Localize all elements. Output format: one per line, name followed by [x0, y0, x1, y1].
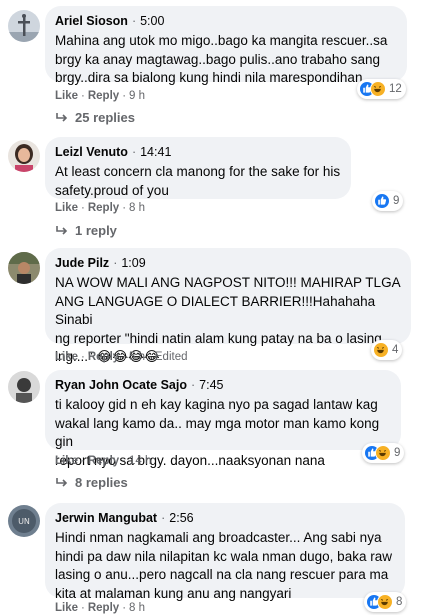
like-icon — [374, 193, 390, 209]
comment-time: 2:56 — [169, 511, 194, 525]
author-name[interactable]: Jude Pilz — [55, 256, 109, 270]
comment-bubble: Jude Pilz · 1:09 NA WOW MALI ANG NAGPOST N… — [45, 248, 411, 364]
avatar[interactable] — [8, 371, 40, 403]
reaction-count: 12 — [389, 83, 402, 95]
haha-icon — [373, 342, 389, 358]
reaction-summary[interactable]: 12 — [357, 79, 406, 99]
comment-time: 14:41 — [140, 145, 172, 159]
avatar[interactable]: UN — [8, 505, 40, 537]
comment-actions: Like · Reply · 8 h — [55, 202, 146, 214]
reaction-count: 9 — [394, 447, 401, 459]
comment-age[interactable]: 5 h — [129, 351, 145, 363]
author-name[interactable]: Ryan John Ocate Sajo — [55, 378, 187, 392]
reaction-summary[interactable]: 4 — [371, 340, 403, 360]
author-name[interactable]: Jerwin Mangubat — [55, 511, 157, 525]
reaction-summary[interactable]: 9 — [372, 191, 404, 211]
comment-bubble: Leizl Venuto · 14:41 At least concern cla … — [45, 137, 351, 199]
comment-header: Leizl Venuto · 14:41 — [55, 145, 172, 159]
like-button[interactable]: Like — [55, 602, 78, 614]
reply-button[interactable]: Reply — [88, 202, 119, 214]
comment-age[interactable]: 8 h — [129, 602, 145, 614]
avatar[interactable] — [8, 252, 40, 284]
haha-icon — [375, 445, 391, 461]
reaction-summary[interactable]: 8 — [364, 592, 407, 612]
like-button[interactable]: Like — [55, 202, 78, 214]
svg-text:UN: UN — [18, 517, 30, 526]
reaction-count: 8 — [396, 596, 403, 608]
view-replies-link[interactable]: 1 reply — [55, 223, 117, 238]
comment-actions: Like · Reply · 5 h · Edited — [55, 351, 188, 363]
comment-text: At least concern cla manong for the sake… — [55, 164, 341, 198]
comment-bubble: Jerwin Mangubat · 2:56 Hindi nman nagkamal… — [45, 503, 405, 601]
view-replies-link[interactable]: 25 replies — [55, 110, 135, 125]
like-button[interactable]: Like — [55, 455, 78, 467]
author-name[interactable]: Ariel Sioson — [55, 14, 128, 28]
reply-arrow-icon — [56, 477, 68, 487]
edited-label: Edited — [154, 351, 188, 363]
reply-arrow-icon — [56, 112, 68, 122]
reaction-count: 9 — [393, 195, 400, 207]
haha-icon — [377, 594, 393, 610]
reaction-count: 4 — [392, 344, 399, 356]
comment-actions: Like · Reply · 14 h — [55, 455, 152, 467]
replies-count: 1 reply — [75, 223, 117, 238]
avatar[interactable] — [8, 10, 40, 42]
haha-icon — [370, 81, 386, 97]
comment-header: Ariel Sioson · 5:00 — [55, 14, 165, 28]
comment-text: Mahina ang utok mo migo..bago ka mangita… — [55, 33, 388, 85]
comment-time: 5:00 — [140, 14, 165, 28]
comment-header: Jerwin Mangubat · 2:56 — [55, 511, 194, 525]
comment-actions: Like · Reply · 9 h — [55, 90, 146, 102]
reply-button[interactable]: Reply — [88, 351, 119, 363]
replies-count: 25 replies — [75, 110, 135, 125]
view-replies-link[interactable]: 8 replies — [55, 475, 128, 490]
comment-age[interactable]: 8 h — [129, 202, 145, 214]
reaction-summary[interactable]: 9 — [362, 443, 405, 463]
reply-arrow-icon — [56, 225, 68, 235]
reply-button[interactable]: Reply — [88, 602, 119, 614]
like-button[interactable]: Like — [55, 90, 78, 102]
comment-actions: Like · Reply · 8 h — [55, 602, 146, 614]
reply-button[interactable]: Reply — [88, 455, 119, 467]
comment-text: Hindi nman nagkamali ang broadcaster... … — [55, 530, 392, 601]
like-button[interactable]: Like — [55, 351, 78, 363]
comment-time: 1:09 — [121, 256, 146, 270]
avatar[interactable] — [8, 140, 40, 172]
comment-bubble: Ryan John Ocate Sajo · 7:45 ti kalooy gid … — [45, 370, 401, 468]
reply-button[interactable]: Reply — [88, 90, 119, 102]
replies-count: 8 replies — [75, 475, 128, 490]
comment-header: Jude Pilz · 1:09 — [55, 256, 146, 270]
comment-bubble: Ariel Sioson · 5:00 Mahina ang utok mo mig… — [45, 6, 407, 85]
comment-age[interactable]: 9 h — [129, 90, 145, 102]
comment-header: Ryan John Ocate Sajo · 7:45 — [55, 378, 224, 392]
comment-age[interactable]: 14 h — [129, 455, 151, 467]
comment-time: 7:45 — [199, 378, 224, 392]
author-name[interactable]: Leizl Venuto — [55, 145, 128, 159]
